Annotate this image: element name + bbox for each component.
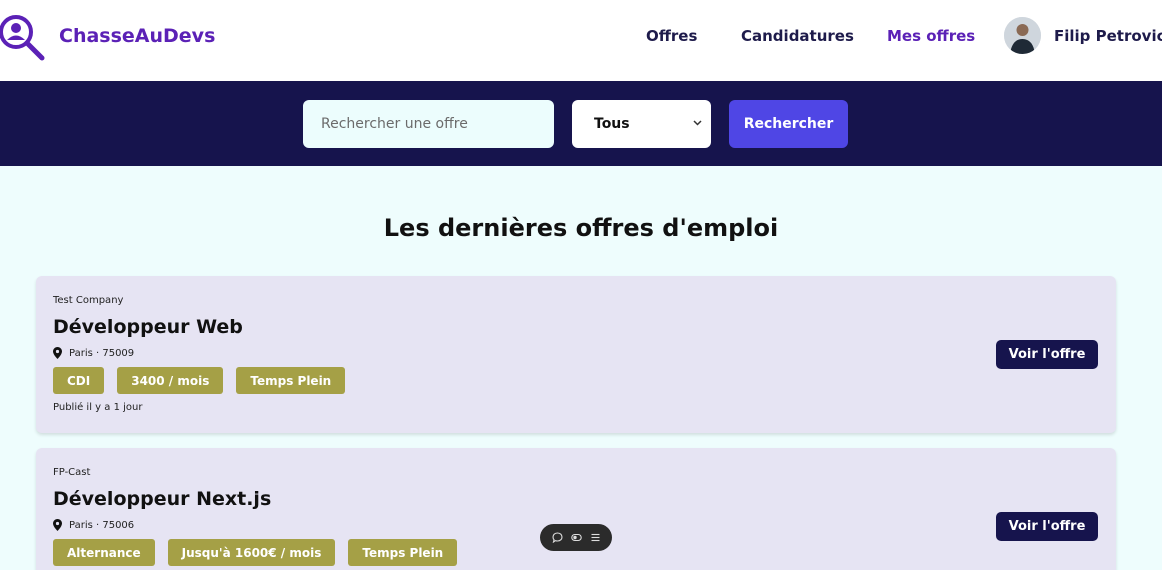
tag-contract: Alternance — [53, 539, 155, 566]
tag-schedule: Temps Plein — [236, 367, 346, 394]
user-name[interactable]: Filip Petrovic — [1054, 27, 1162, 45]
published-date: Publié il y a 1 jour — [53, 402, 143, 413]
contract-type-select[interactable]: Tous — [572, 100, 711, 148]
job-location: Paris · 75009 — [53, 347, 134, 359]
nav-mes-offres[interactable]: Mes offres — [887, 27, 975, 45]
company-name: FP-Cast — [53, 467, 91, 478]
company-name: Test Company — [53, 295, 124, 306]
user-avatar-icon — [1004, 17, 1041, 54]
job-title: Développeur Next.js — [53, 488, 272, 510]
tag-contract: CDI — [53, 367, 105, 394]
job-card: FP-Cast Développeur Next.js Paris · 7500… — [36, 448, 1116, 570]
job-card: Test Company Développeur Web Paris · 750… — [36, 276, 1116, 433]
avatar[interactable] — [1004, 17, 1041, 54]
job-title: Développeur Web — [53, 316, 243, 338]
chevron-down-icon — [693, 120, 702, 126]
chat-icon[interactable] — [551, 532, 563, 543]
menu-icon[interactable] — [590, 532, 601, 543]
tag-schedule: Temps Plein — [348, 539, 458, 566]
toggle-icon[interactable] — [570, 532, 582, 543]
map-pin-icon — [53, 347, 62, 359]
location-text: Paris · 75006 — [69, 519, 135, 531]
job-tags: Alternance Jusqu'à 1600€ / mois Temps Pl… — [53, 539, 470, 566]
job-tags: CDI 3400 / mois Temps Plein — [53, 367, 358, 394]
brand-name[interactable]: ChasseAuDevs — [59, 25, 215, 47]
floating-toolbar — [540, 524, 612, 551]
view-offer-button[interactable]: Voir l'offre — [996, 340, 1098, 369]
select-value: Tous — [594, 116, 630, 132]
job-location: Paris · 75006 — [53, 519, 134, 531]
search-input[interactable] — [303, 100, 554, 148]
view-offer-button[interactable]: Voir l'offre — [996, 512, 1098, 541]
tag-salary: 3400 / mois — [117, 367, 224, 394]
top-navbar: ChasseAuDevs Offres Candidatures Mes off… — [0, 0, 1162, 81]
search-button[interactable]: Rechercher — [729, 100, 848, 148]
map-pin-icon — [53, 519, 62, 531]
nav-offres[interactable]: Offres — [646, 27, 697, 45]
location-text: Paris · 75009 — [69, 347, 135, 359]
nav-candidatures[interactable]: Candidatures — [741, 27, 854, 45]
tag-salary: Jusqu'à 1600€ / mois — [167, 539, 336, 566]
logo-magnifier-person-icon[interactable] — [0, 12, 48, 64]
search-bar: Tous Rechercher — [0, 81, 1162, 166]
page-title: Les dernières offres d'emploi — [383, 214, 779, 242]
